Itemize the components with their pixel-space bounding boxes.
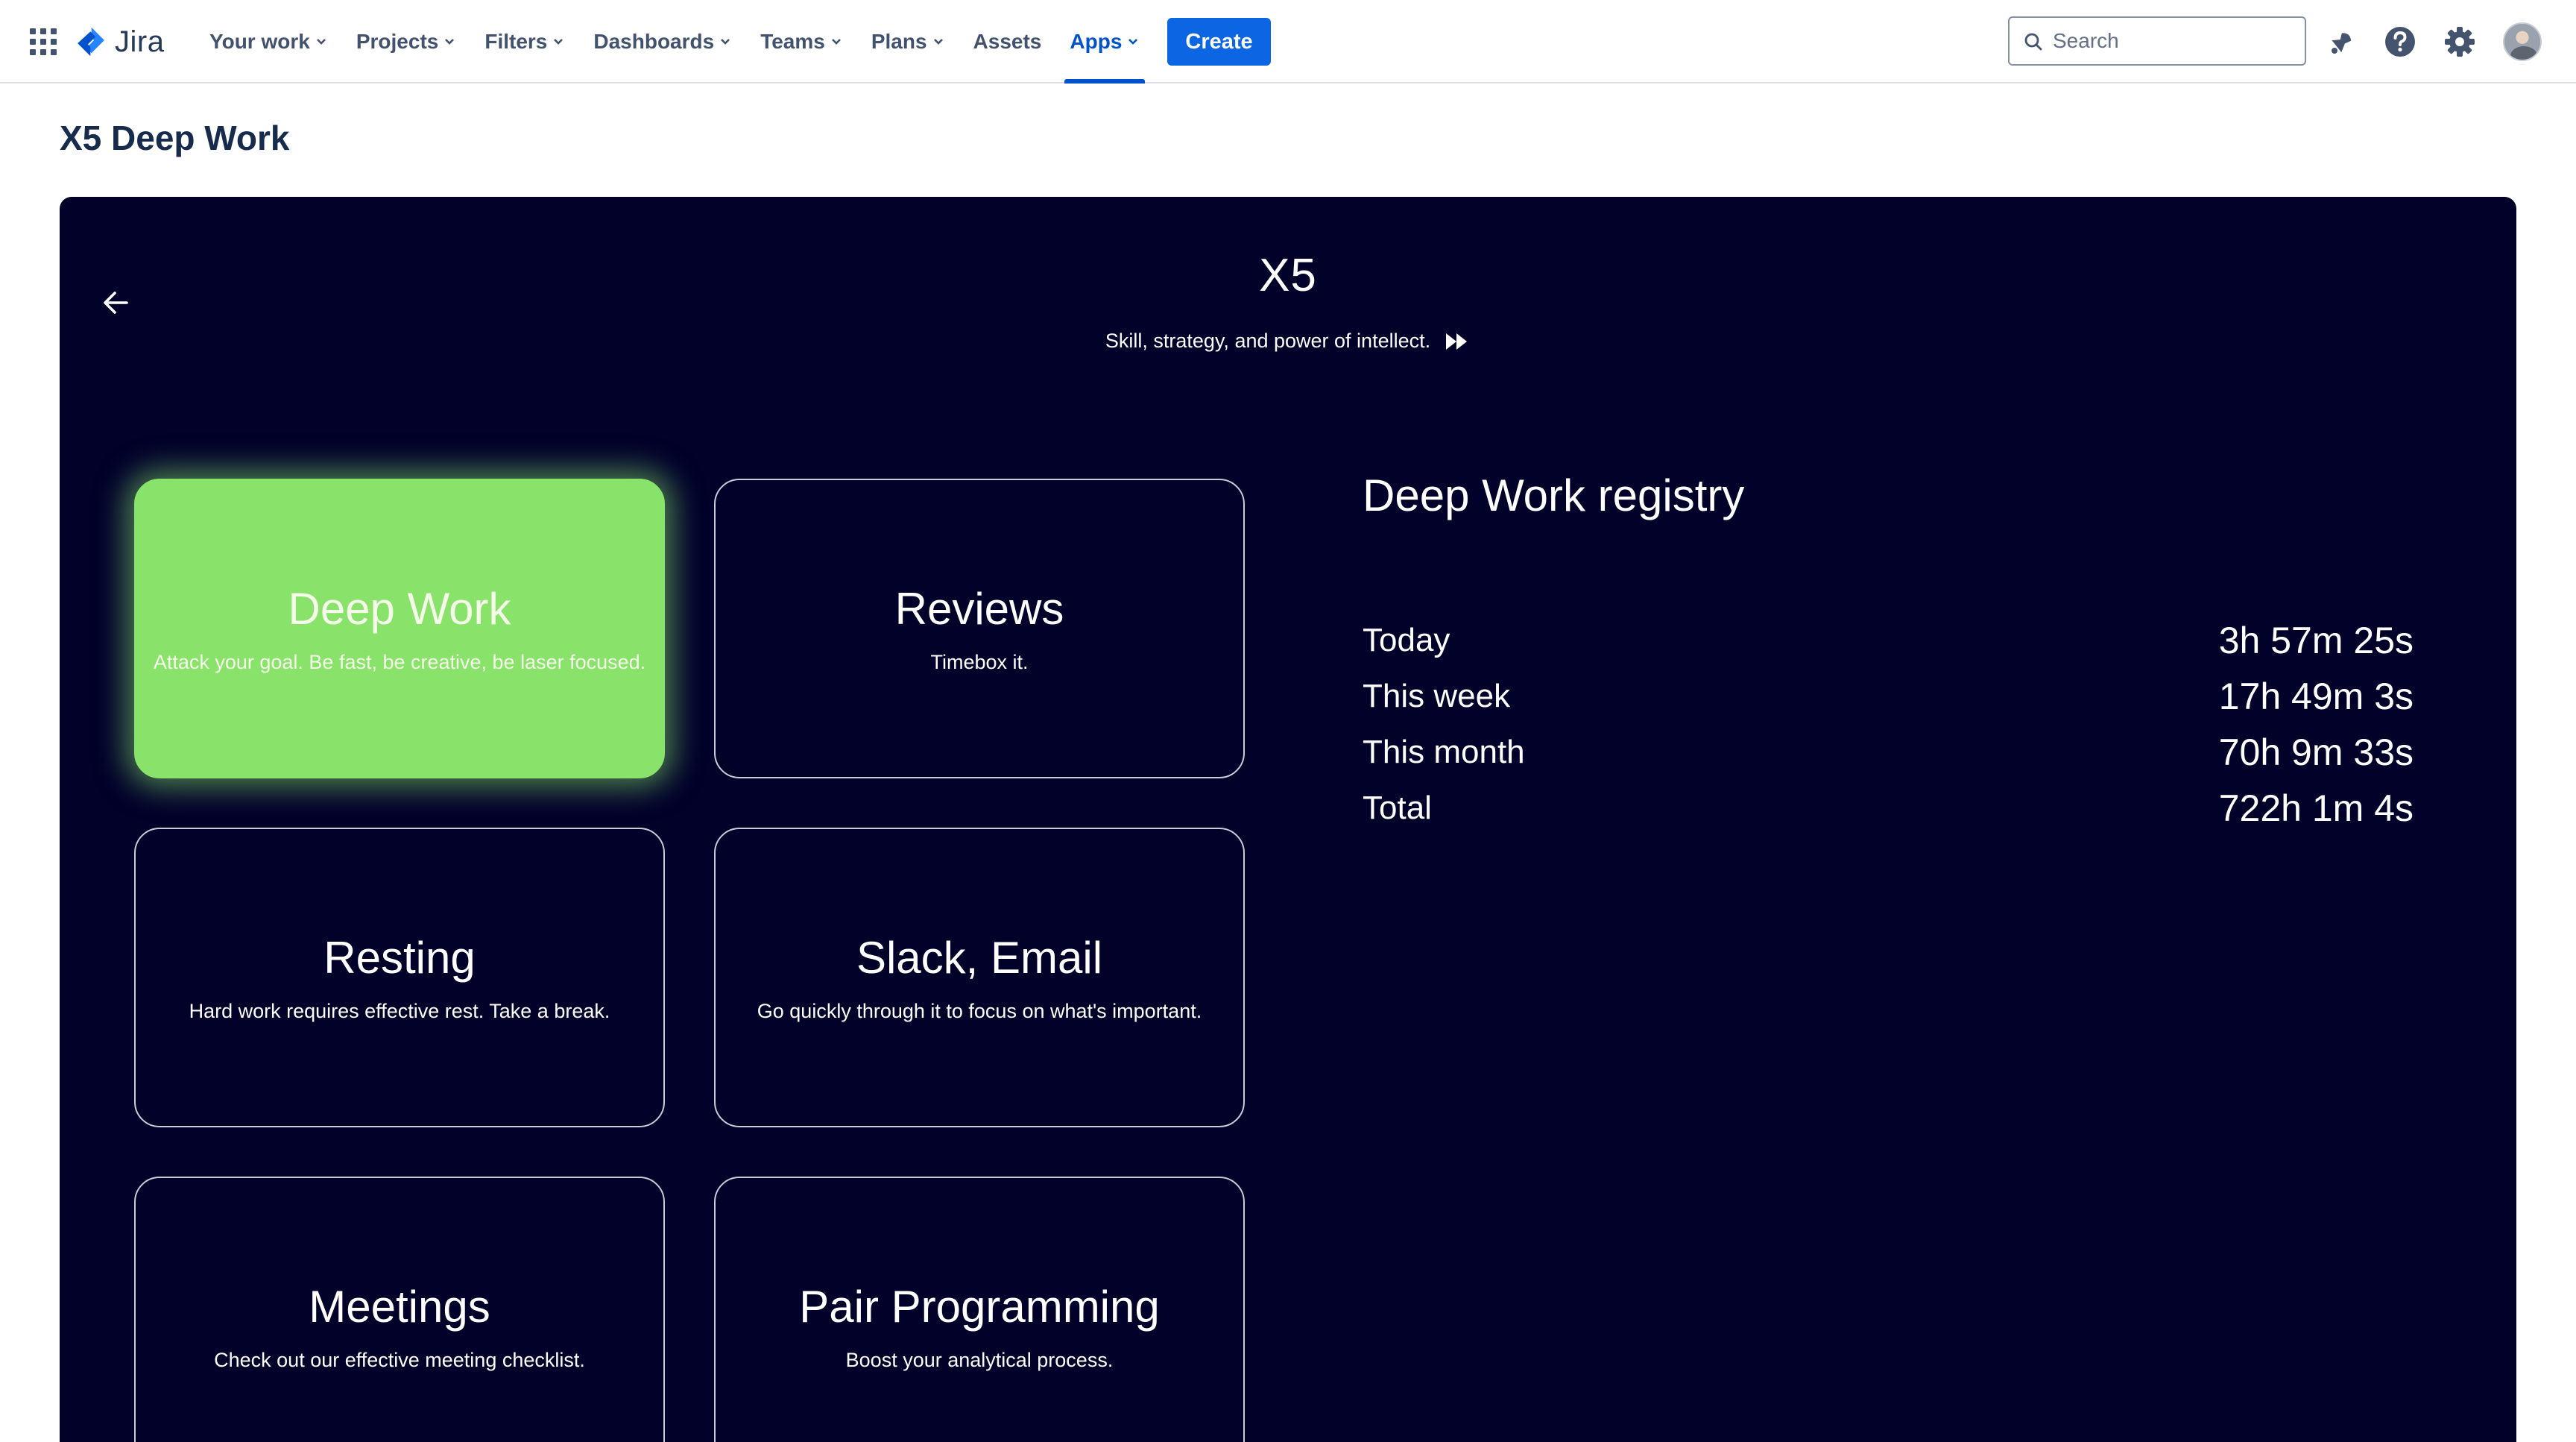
help-icon[interactable] [2382, 24, 2418, 60]
registry-value: 722h 1m 4s [2218, 787, 2414, 829]
card-title: Resting [323, 933, 476, 983]
nav-plans[interactable]: Plans [857, 0, 959, 84]
mode-card-meetings[interactable]: Meetings Check out our effective meeting… [134, 1177, 665, 1442]
card-subtitle: Boost your analytical process. [845, 1349, 1114, 1371]
nav-your-work[interactable]: Your work [195, 0, 342, 84]
nav-assets[interactable]: Assets [959, 0, 1056, 84]
chevron-down-icon [721, 39, 730, 45]
card-title: Meetings [309, 1282, 490, 1332]
nav-item-label: Plans [871, 30, 927, 53]
mode-card-resting[interactable]: Resting Hard work requires effective res… [134, 828, 665, 1127]
card-subtitle: Go quickly through it to focus on what's… [757, 1000, 1202, 1022]
nav-apps[interactable]: Apps [1055, 0, 1154, 84]
registry-label: This month [1363, 734, 1525, 770]
fast-forward-icon[interactable] [1444, 331, 1471, 352]
top-navigation: Jira Your work Projects Filters Dashboar… [0, 0, 2576, 84]
registry-title: Deep Work registry [1363, 470, 1745, 520]
card-title: Deep Work [288, 584, 511, 634]
mode-card-reviews[interactable]: Reviews Timebox it. [714, 479, 1245, 778]
registry-label: This week [1363, 678, 1511, 714]
nav-item-label: Your work [209, 30, 310, 53]
settings-icon[interactable] [2442, 24, 2478, 60]
tagline: Skill, strategy, and power of intellect. [60, 330, 2516, 353]
registry-value: 3h 57m 25s [2218, 620, 2414, 661]
card-subtitle: Attack your goal. Be fast, be creative, … [153, 651, 646, 673]
chevron-down-icon [554, 39, 564, 45]
nav-projects[interactable]: Projects [342, 0, 471, 84]
registry-label: Total [1363, 790, 1432, 826]
jira-logo-icon [78, 27, 104, 57]
registry-label: Today [1363, 622, 1450, 658]
brand-title: X5 [1259, 250, 1317, 301]
mode-card-deep-work[interactable]: Deep Work Attack your goal. Be fast, be … [134, 479, 665, 778]
app-switcher-icon[interactable] [30, 28, 57, 55]
chevron-down-icon [1128, 39, 1138, 45]
card-subtitle: Hard work requires effective rest. Take … [189, 1000, 610, 1022]
chevron-down-icon [933, 39, 943, 45]
registry-value: 70h 9m 33s [2218, 731, 2414, 773]
avatar[interactable] [2503, 22, 2542, 61]
search-input[interactable] [2053, 29, 2276, 53]
registry-row-this-week: This week 17h 49m 3s [1363, 670, 2414, 722]
nav-item-label: Teams [760, 30, 825, 53]
nav-item-label: Assets [973, 30, 1042, 53]
card-subtitle: Timebox it. [930, 651, 1029, 673]
x5-app-panel: X5 Skill, strategy, and power of intelle… [60, 197, 2516, 1442]
tagline-text: Skill, strategy, and power of intellect. [1105, 330, 1431, 352]
notifications-icon[interactable] [2323, 24, 2358, 60]
search-icon [2024, 33, 2042, 51]
chevron-down-icon [445, 39, 455, 45]
nav-filters[interactable]: Filters [470, 0, 579, 84]
nav-item-label: Projects [356, 30, 439, 53]
search-box[interactable] [2008, 16, 2306, 66]
jira-logo[interactable]: Jira [75, 22, 164, 61]
nav-item-label: Dashboards [593, 30, 715, 53]
card-title: Reviews [894, 584, 1064, 634]
nav-teams[interactable]: Teams [746, 0, 857, 84]
registry-row-this-month: This month 70h 9m 33s [1363, 726, 2414, 778]
card-title: Slack, Email [856, 933, 1103, 983]
mode-card-pair-programming[interactable]: Pair Programming Boost your analytical p… [714, 1177, 1245, 1442]
registry-value: 17h 49m 3s [2218, 676, 2414, 717]
create-button[interactable]: Create [1167, 18, 1271, 66]
primary-nav: Your work Projects Filters Dashboards Te… [195, 0, 1271, 84]
nav-dashboards[interactable]: Dashboards [579, 0, 746, 84]
chevron-down-icon [831, 39, 841, 45]
registry-row-today: Today 3h 57m 25s [1363, 614, 2414, 667]
chevron-down-icon [316, 39, 326, 45]
page-title: X5 Deep Work [60, 119, 290, 157]
nav-item-label: Apps [1070, 30, 1123, 53]
registry-row-total: Total 722h 1m 4s [1363, 782, 2414, 834]
logo-text: Jira [115, 25, 165, 58]
nav-item-label: Filters [484, 30, 548, 53]
card-title: Pair Programming [799, 1282, 1160, 1332]
card-subtitle: Check out our effective meeting checklis… [214, 1349, 585, 1371]
mode-card-slack-email[interactable]: Slack, Email Go quickly through it to fo… [714, 828, 1245, 1127]
